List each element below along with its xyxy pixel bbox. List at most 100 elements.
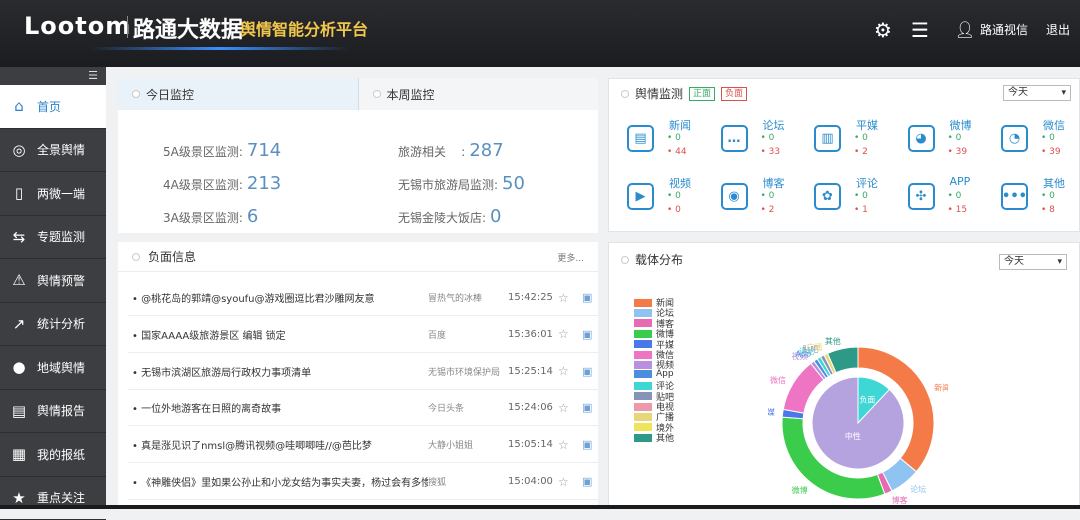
outer-label: 微信 [770,375,786,385]
trash-icon[interactable]: ▣ [582,328,598,341]
row-title[interactable]: • @桃花岛的郭靖@syoufu@游戏圈逗比君沙雕网友意 [128,290,428,305]
table-row[interactable]: • 国家AAAA级旅游景区 编辑 锁定百度15:36:01☆▣ [128,317,598,353]
legend-swatch [634,403,652,411]
channel-9[interactable]: •••其他• 0• 8 [1001,175,1080,225]
channel-5[interactable]: ▶视频• 0• 0 [627,175,717,225]
star-icon[interactable]: ☆ [558,327,582,341]
channel-positive: • 0 [854,191,868,201]
star-icon[interactable]: ☆ [558,401,582,415]
report-icon: ▤ [9,401,29,421]
sidebar-item-label: 统计分析 [37,315,85,332]
carrier-period-select[interactable]: 今天 [999,254,1067,270]
gear-icon[interactable]: ⚙ [871,18,895,42]
inner-slice-中性[interactable] [812,377,904,469]
channel-0[interactable]: ▤新闻• 0• 44 [627,117,717,167]
channel-positive: • 0 [854,133,868,143]
outer-label: 其他 [825,336,841,346]
sidebar-item-0[interactable]: ⌂ 首页 [0,85,106,129]
user-name[interactable]: 路通视信 [980,21,1028,38]
negative-panel: 负面信息 更多... • @桃花岛的郭靖@syoufu@游戏圈逗比君沙雕网友意冒… [118,242,598,509]
star-icon[interactable]: ☆ [558,438,582,452]
channel-icon: ▥ [814,125,841,152]
row-title[interactable]: • 《神雕侠侣》里如果公孙止和小龙女结为事实夫妻，杨过会有多惨? [128,474,428,489]
platform-subtitle: 舆情智能分析平台 [240,16,368,40]
table-row[interactable]: • 无锡市滨湖区旅游局行政权力事项清单无锡市环境保护局15:25:14☆▣ [128,354,598,390]
channel-positive: • 0 [667,191,681,201]
trash-icon[interactable]: ▣ [582,291,598,304]
trash-icon[interactable]: ▣ [582,475,598,488]
channel-3[interactable]: ◕微博• 0• 39 [908,117,998,167]
more-link[interactable]: 更多... [557,251,584,264]
sidebar-item-8[interactable]: ▦我的报纸 [0,433,106,477]
sidebar-item-3[interactable]: ⇆专题监测 [0,216,106,260]
sidebar-item-label: 全景舆情 [37,141,85,158]
channel-negative: • 39 [1041,147,1061,157]
star-icon[interactable]: ☆ [558,364,582,378]
row-title[interactable]: • 无锡市滨湖区旅游局行政权力事项清单 [128,364,428,379]
sidebar-item-2[interactable]: ▯两微一端 [0,172,106,216]
channel-negative: • 1 [854,205,868,215]
star-icon[interactable]: ☆ [558,475,582,489]
channel-7[interactable]: ✿评论• 0• 1 [814,175,904,225]
row-time: 15:05:14 [508,439,558,450]
sidebar-item-1[interactable]: ◎全景舆情 [0,129,106,173]
tab-week[interactable]: 本周监控 [359,78,599,110]
monitor-panel: 今日监控 本周监控 5A级景区监测:714 旅游相关 :287 4A级景区监测:… [118,78,598,233]
channel-2[interactable]: ▥平媒• 0• 2 [814,117,904,167]
trash-icon[interactable]: ▣ [582,438,598,451]
table-row[interactable]: • 真是涨见识了nmsl@腾讯视频@哇唧唧哇//@芭比梦大静小姐姐15:05:1… [128,427,598,463]
channel-4[interactable]: ◔微信• 0• 39 [1001,117,1080,167]
sidebar-toggle-icon[interactable]: ☰ [0,67,106,85]
legend-swatch [634,351,652,359]
home-icon: ⌂ [9,96,29,116]
legend-swatch [634,340,652,348]
sidebar-item-6[interactable]: ●地域舆情 [0,346,106,390]
table-row[interactable]: • 一位外地游客在日照的离奇故事今日头条15:24:06☆▣ [128,390,598,426]
bottom-bar [0,505,1080,509]
star-icon[interactable]: ☆ [558,291,582,305]
row-title[interactable]: • 一位外地游客在日照的离奇故事 [128,400,428,415]
menu-list-icon[interactable]: ☰ [908,18,932,42]
sidebar-item-7[interactable]: ▤舆情报告 [0,390,106,434]
opinion-period-select[interactable]: 今天 [1003,85,1071,101]
title-dot-icon [621,256,629,264]
tab-today[interactable]: 今日监控 [118,78,359,110]
inner-label: 负面 [859,394,875,404]
channel-name: 微博 [950,117,972,133]
positive-badge[interactable]: 正面 [689,87,715,101]
negative-badge[interactable]: 负面 [721,87,747,101]
channel-name: 新闻 [669,117,691,133]
row-source: 今日头条 [428,401,508,414]
sidebar-item-5[interactable]: ↗统计分析 [0,303,106,347]
channel-name: 论坛 [763,117,785,133]
sidebar: ☰ ⌂ 首页 ◎全景舆情▯两微一端⇆专题监测⚠舆情预警↗统计分析●地域舆情▤舆情报告… [0,67,106,509]
trash-icon[interactable]: ▣ [582,401,598,414]
channel-8[interactable]: ✣APP• 0• 15 [908,175,998,225]
carrier-title: 载体分布 [621,251,683,268]
tab-dot-icon [132,90,140,98]
outer-label: 博客 [892,495,908,505]
channel-6[interactable]: ◉博客• 0• 2 [721,175,811,225]
legend-label: App [656,369,674,379]
logout-link[interactable]: 退出 [1046,21,1070,38]
sidebar-item-4[interactable]: ⚠舆情预警 [0,259,106,303]
row-title[interactable]: • 国家AAAA级旅游景区 编辑 锁定 [128,327,428,342]
legend-item[interactable]: App [634,369,674,379]
row-title[interactable]: • 真是涨见识了nmsl@腾讯视频@哇唧唧哇//@芭比梦 [128,437,428,452]
row-source: 搜狐 [428,475,508,488]
sidebar-item-9[interactable]: ★重点关注 [0,477,106,520]
user-icon: 👤︎ [953,18,977,42]
channel-icon: ▶ [627,183,654,210]
table-row[interactable]: • 《神雕侠侣》里如果公孙止和小龙女结为事实夫妻，杨过会有多惨?搜狐15:04:… [128,464,598,500]
carrier-donut-chart: 新闻论坛博客微博平媒微信视频App评论贴吧广播其他负面中性 [768,333,948,513]
map-pin-icon: ● [9,357,29,377]
outer-label: 平媒 [768,408,775,417]
table-row[interactable]: • @桃花岛的郭靖@syoufu@游戏圈逗比君沙雕网友意冒热气的冰棒15:42:… [128,280,598,316]
trash-icon[interactable]: ▣ [582,365,598,378]
sidebar-item-label: 首页 [37,98,61,115]
channel-negative: • 15 [948,205,968,215]
channel-1[interactable]: …论坛• 0• 33 [721,117,811,167]
legend-item[interactable]: 其他 [634,431,674,444]
header-glow [90,47,350,50]
legend-swatch [634,413,652,421]
